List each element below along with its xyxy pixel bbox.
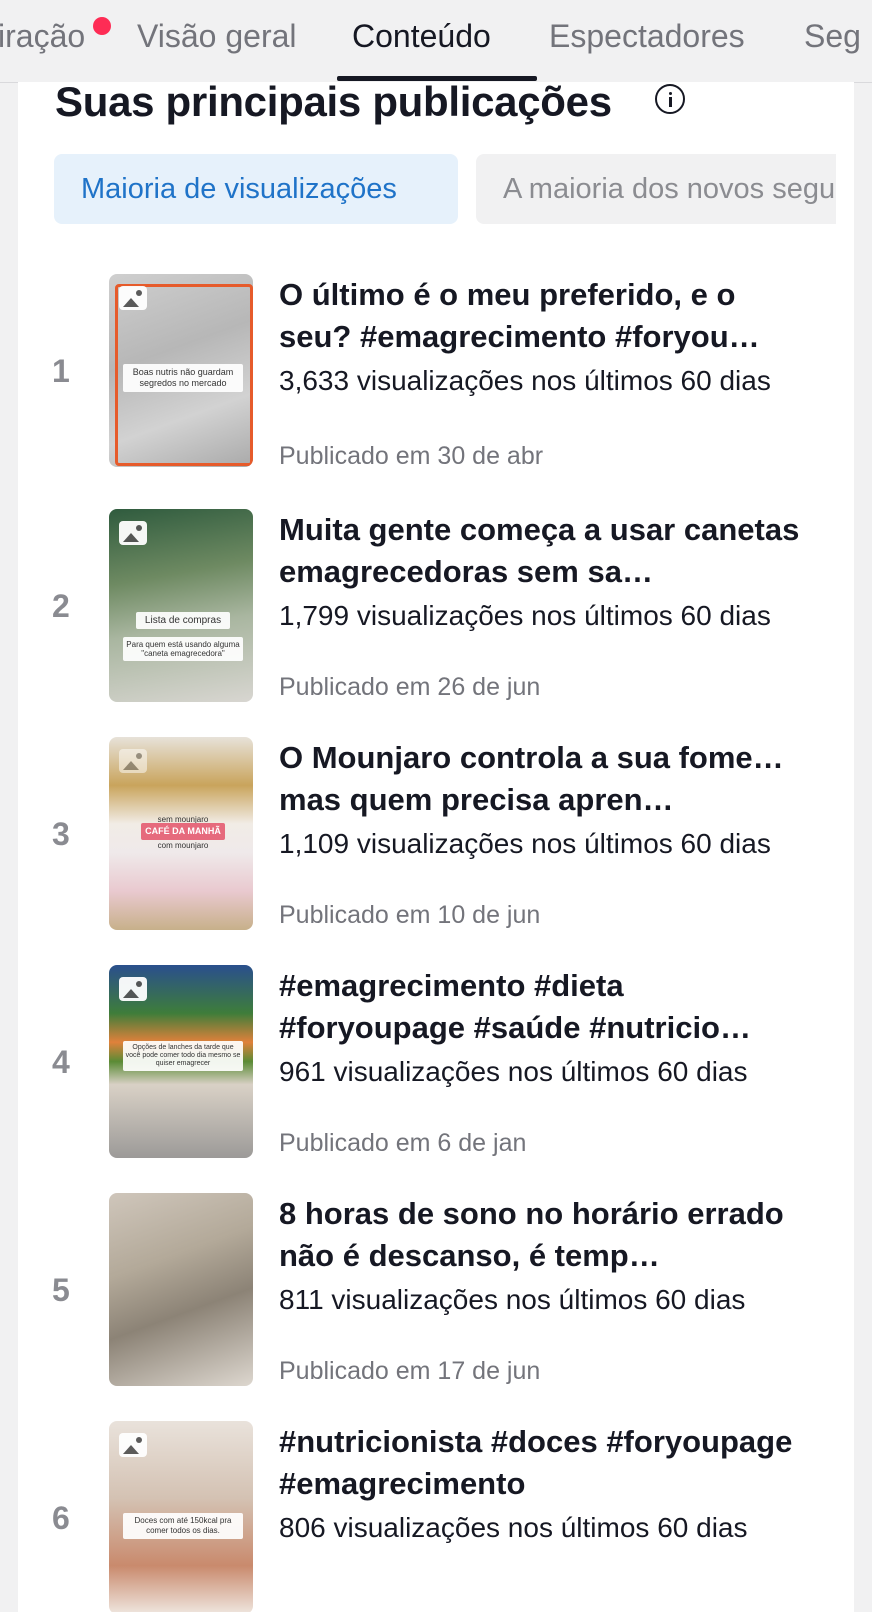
thumbnail-caption: Boas nutris não guardam segredos no merc… (123, 364, 243, 392)
post-thumbnail[interactable]: Boas nutris não guardam segredos no merc… (109, 274, 253, 467)
info-icon[interactable] (655, 84, 685, 114)
top-tab-bar: iração Visão geral Conteúdo Espectadores… (0, 0, 872, 83)
post-thumbnail[interactable]: Opções de lanches da tarde que você pode… (109, 965, 253, 1158)
post-title[interactable]: O Mounjaro controla a sua fome… mas quem… (279, 737, 803, 821)
tab-overview[interactable]: Visão geral (137, 18, 297, 55)
post-title[interactable]: #emagrecimento #dieta #foryoupage #saúde… (279, 965, 803, 1049)
thumbnail-caption: Lista de compras (136, 612, 230, 629)
post-title[interactable]: #nutricionista #doces #foryoupage #emagr… (279, 1421, 803, 1505)
post-views: 806 visualizações nos últimos 60 dias (279, 1512, 748, 1543)
post-row[interactable]: 3 sem mounjaro CAFÉ DA MANHÃ com mounjar… (18, 737, 854, 932)
filter-most-new-followers[interactable]: A maioria dos novos seguidores (476, 154, 836, 224)
post-title[interactable]: O último é o meu preferido, e o seu? #em… (279, 274, 803, 358)
photo-icon (119, 521, 147, 545)
post-row[interactable]: 4 Opções de lanches da tarde que você po… (18, 965, 854, 1160)
post-thumbnail[interactable]: sem mounjaro CAFÉ DA MANHÃ com mounjaro (109, 737, 253, 930)
post-views: 961 visualizações nos últimos 60 dias (279, 1056, 748, 1087)
post-row[interactable]: 5 8 horas de sono no horário errado não … (18, 1193, 854, 1388)
post-title[interactable]: 8 horas de sono no horário errado não é … (279, 1193, 803, 1277)
post-info: 8 horas de sono no horário errado não é … (279, 1193, 819, 1385)
post-info: Muita gente começa a usar canetas emagre… (279, 509, 819, 701)
post-thumbnail[interactable]: Doces com até 150kcal pra comer todos os… (109, 1421, 253, 1612)
photo-icon (119, 1433, 147, 1457)
post-row[interactable]: 1 Boas nutris não guardam segredos no me… (18, 274, 854, 470)
filter-most-views[interactable]: Maioria de visualizações (54, 154, 458, 224)
post-views: 3,633 visualizações nos últimos 60 dias (279, 365, 771, 396)
thumbnail-subcaption: com mounjaro (157, 841, 209, 850)
tab-inspiration[interactable]: iração (0, 18, 85, 55)
post-rank: 6 (52, 1500, 70, 1536)
active-tab-indicator (337, 76, 537, 81)
post-date: Publicado em 26 de jun (279, 673, 541, 701)
thumbnail-subcaption: Para quem está usando alguma "caneta ema… (123, 637, 243, 661)
post-info: O último é o meu preferido, e o seu? #em… (279, 274, 819, 470)
post-row[interactable]: 2 Lista de compras Para quem está usando… (18, 509, 854, 704)
post-rank: 5 (52, 1272, 70, 1308)
photo-icon (119, 749, 147, 773)
section-title: Suas principais publicações (55, 82, 612, 125)
post-date: Publicado em 10 de jun (279, 901, 541, 929)
post-views: 1,799 visualizações nos últimos 60 dias (279, 600, 771, 631)
post-date: Publicado em 30 de abr (279, 442, 544, 470)
tab-followers[interactable]: Seg (804, 18, 861, 55)
tab-content[interactable]: Conteúdo (352, 18, 491, 55)
post-info: #nutricionista #doces #foryoupage #emagr… (279, 1421, 819, 1543)
post-info: O Mounjaro controla a sua fome… mas quem… (279, 737, 819, 929)
thumbnail-caption: Doces com até 150kcal pra comer todos os… (123, 1513, 243, 1539)
post-thumbnail[interactable]: Lista de compras Para quem está usando a… (109, 509, 253, 702)
post-thumbnail[interactable] (109, 1193, 253, 1386)
post-date: Publicado em 6 de jan (279, 1129, 527, 1157)
post-date: Publicado em 17 de jun (279, 1357, 541, 1385)
filter-chips: Maioria de visualizações A maioria dos n… (54, 154, 836, 224)
top-posts-card: Suas principais publicações Maioria de v… (18, 82, 854, 1612)
notification-dot (93, 17, 111, 35)
post-rank: 2 (52, 588, 70, 624)
post-title[interactable]: Muita gente começa a usar canetas emagre… (279, 509, 803, 593)
post-rank: 1 (52, 353, 70, 389)
post-rank: 3 (52, 816, 70, 852)
photo-icon (119, 977, 147, 1001)
post-views: 811 visualizações nos últimos 60 dias (279, 1284, 746, 1315)
tab-viewers[interactable]: Espectadores (549, 18, 745, 55)
post-info: #emagrecimento #dieta #foryoupage #saúde… (279, 965, 819, 1157)
photo-icon (119, 286, 147, 310)
thumbnail-caption: Opções de lanches da tarde que você pode… (123, 1041, 243, 1071)
post-row[interactable]: 6 Doces com até 150kcal pra comer todos … (18, 1421, 854, 1612)
post-rank: 4 (52, 1044, 70, 1080)
post-views: 1,109 visualizações nos últimos 60 dias (279, 828, 771, 859)
